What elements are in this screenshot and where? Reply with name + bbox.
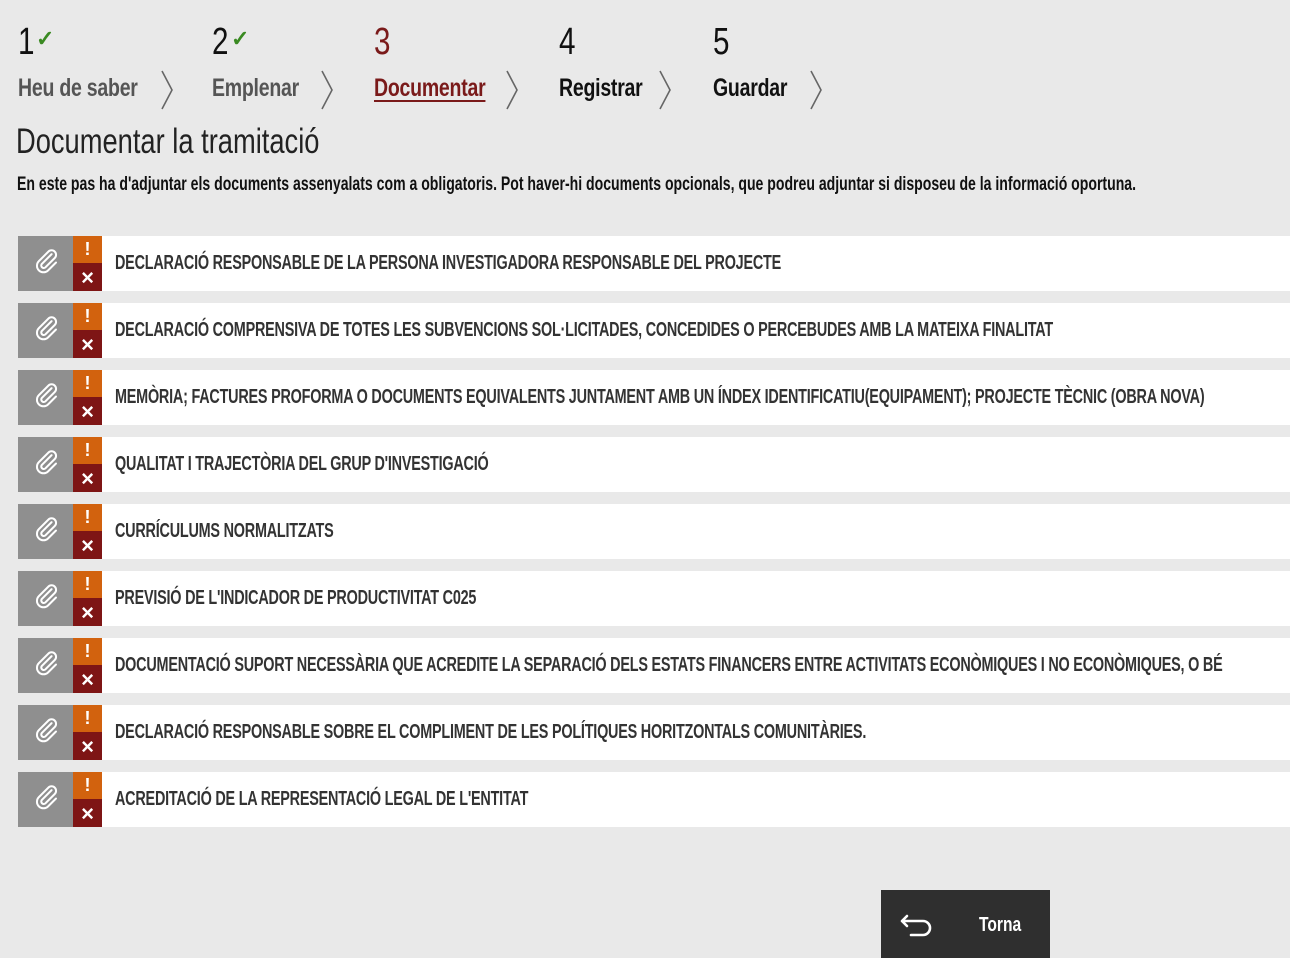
document-name: DECLARACIÓ RESPONSABLE SOBRE EL COMPLIME… — [115, 721, 867, 743]
wizard-step-3[interactable]: 3 Documentar — [374, 21, 486, 102]
attach-button[interactable] — [18, 705, 73, 760]
paperclip-icon — [31, 715, 61, 750]
missing-icon: × — [73, 263, 102, 291]
document-status: ! × — [73, 638, 102, 693]
paperclip-icon — [31, 514, 61, 549]
document-name: QUALITAT I TRAJECTÒRIA DEL GRUP D'INVEST… — [115, 453, 489, 475]
attach-button[interactable] — [18, 236, 73, 291]
warning-icon: ! — [73, 437, 102, 464]
step-label[interactable]: Heu de saber — [18, 74, 138, 103]
step-number: 2 — [212, 21, 229, 63]
document-name: DECLARACIÓ COMPRENSIVA DE TOTES LES SUBV… — [115, 319, 1053, 341]
check-icon: ✓ — [231, 26, 250, 51]
missing-icon: × — [73, 665, 102, 693]
document-row: ! × DECLARACIÓ RESPONSABLE DE LA PERSONA… — [18, 236, 1290, 291]
chevron-right-icon — [160, 69, 174, 111]
paperclip-icon — [31, 782, 61, 817]
missing-icon: × — [73, 598, 102, 626]
warning-icon: ! — [73, 772, 102, 799]
step-number: 3 — [374, 21, 391, 63]
document-status: ! × — [73, 236, 102, 291]
attach-button[interactable] — [18, 370, 73, 425]
step-label[interactable]: Guardar — [713, 74, 787, 103]
missing-icon: × — [73, 464, 102, 492]
attach-button[interactable] — [18, 772, 73, 827]
document-name: ACREDITACIÓ DE LA REPRESENTACIÓ LEGAL DE… — [115, 788, 529, 810]
wizard-step-1[interactable]: 1 ✓ Heu de saber — [18, 21, 138, 102]
document-row: ! × DECLARACIÓ RESPONSABLE SOBRE EL COMP… — [18, 705, 1290, 760]
attach-button[interactable] — [18, 303, 73, 358]
back-label: Torna — [979, 914, 1022, 936]
warning-icon: ! — [73, 638, 102, 665]
warning-icon: ! — [73, 571, 102, 598]
document-row: ! × DOCUMENTACIÓ SUPORT NECESSÀRIA QUE A… — [18, 638, 1290, 693]
paperclip-icon — [31, 581, 61, 616]
document-status: ! × — [73, 303, 102, 358]
step-number: 4 — [559, 21, 576, 63]
warning-icon: ! — [73, 370, 102, 397]
step-number: 1 — [18, 21, 35, 63]
return-arrow-icon — [899, 912, 935, 943]
document-row: ! × PREVISIÓ DE L'INDICADOR DE PRODUCTIV… — [18, 571, 1290, 626]
step-number: 5 — [713, 21, 730, 63]
document-status: ! × — [73, 772, 102, 827]
step-label[interactable]: Documentar — [374, 74, 486, 103]
document-name: DOCUMENTACIÓ SUPORT NECESSÀRIA QUE ACRED… — [115, 654, 1223, 676]
document-status: ! × — [73, 504, 102, 559]
document-row: ! × ACREDITACIÓ DE LA REPRESENTACIÓ LEGA… — [18, 772, 1290, 827]
warning-icon: ! — [73, 705, 102, 732]
wizard-steps: 1 ✓ Heu de saber 2 ✓ Emplenar 3 Document… — [18, 22, 918, 112]
attach-button[interactable] — [18, 437, 73, 492]
chevron-right-icon — [809, 69, 823, 111]
paperclip-icon — [31, 380, 61, 415]
missing-icon: × — [73, 397, 102, 425]
document-row: ! × QUALITAT I TRAJECTÒRIA DEL GRUP D'IN… — [18, 437, 1290, 492]
attach-button[interactable] — [18, 638, 73, 693]
document-status: ! × — [73, 571, 102, 626]
attach-button[interactable] — [18, 504, 73, 559]
document-name: PREVISIÓ DE L'INDICADOR DE PRODUCTIVITAT… — [115, 587, 477, 609]
page-title: Documentar la tramitació — [16, 122, 320, 161]
document-status: ! × — [73, 437, 102, 492]
chevron-right-icon — [505, 69, 519, 111]
document-row: ! × CURRÍCULUMS NORMALITZATS — [18, 504, 1290, 559]
check-icon: ✓ — [36, 26, 55, 51]
warning-icon: ! — [73, 504, 102, 531]
document-list: ! × DECLARACIÓ RESPONSABLE DE LA PERSONA… — [18, 236, 1290, 839]
document-name: MEMÒRIA; FACTURES PROFORMA O DOCUMENTS E… — [115, 386, 1205, 408]
wizard-step-2[interactable]: 2 ✓ Emplenar — [212, 21, 299, 102]
document-status: ! × — [73, 705, 102, 760]
back-button[interactable]: Torna — [881, 890, 1050, 958]
attach-button[interactable] — [18, 571, 73, 626]
missing-icon: × — [73, 732, 102, 760]
chevron-right-icon — [320, 69, 334, 111]
page-description: En este pas ha d'adjuntar els documents … — [17, 174, 1137, 195]
document-name: CURRÍCULUMS NORMALITZATS — [115, 520, 334, 542]
chevron-right-icon — [658, 69, 672, 111]
step-label[interactable]: Emplenar — [212, 74, 299, 103]
missing-icon: × — [73, 799, 102, 827]
paperclip-icon — [31, 246, 61, 281]
document-status: ! × — [73, 370, 102, 425]
paperclip-icon — [31, 447, 61, 482]
missing-icon: × — [73, 531, 102, 559]
paperclip-icon — [31, 648, 61, 683]
document-row: ! × MEMÒRIA; FACTURES PROFORMA O DOCUMEN… — [18, 370, 1290, 425]
document-name: DECLARACIÓ RESPONSABLE DE LA PERSONA INV… — [115, 252, 782, 274]
missing-icon: × — [73, 330, 102, 358]
wizard-step-4[interactable]: 4 Registrar — [559, 21, 643, 102]
wizard-step-5[interactable]: 5 Guardar — [713, 21, 787, 102]
warning-icon: ! — [73, 236, 102, 263]
paperclip-icon — [31, 313, 61, 348]
step-label[interactable]: Registrar — [559, 74, 643, 103]
warning-icon: ! — [73, 303, 102, 330]
document-row: ! × DECLARACIÓ COMPRENSIVA DE TOTES LES … — [18, 303, 1290, 358]
